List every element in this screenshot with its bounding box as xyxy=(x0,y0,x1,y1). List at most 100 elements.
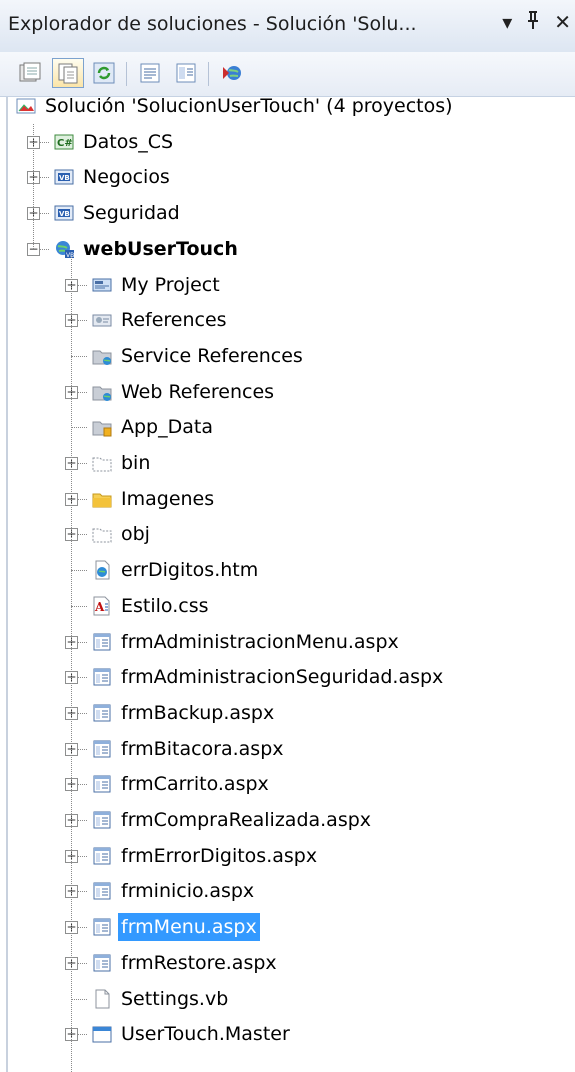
tree-item-file[interactable] xyxy=(0,985,575,1017)
tree-item-selected[interactable] xyxy=(0,913,575,945)
solution-icon xyxy=(15,95,37,117)
aspx-file-icon xyxy=(91,845,113,867)
tree-connector xyxy=(78,641,87,643)
tree-connector xyxy=(78,820,87,821)
css-file-icon: A xyxy=(91,595,113,617)
tree-connector xyxy=(78,463,87,464)
html-file-icon xyxy=(91,559,113,581)
tree-connector xyxy=(78,927,87,929)
refresh-button[interactable] xyxy=(88,58,120,88)
svg-text:VB: VB xyxy=(59,210,70,218)
panel-titlebar: Explorador de soluciones - Solución 'Sol… xyxy=(0,0,575,53)
svg-text:C#: C# xyxy=(57,138,73,149)
file-label: Service References xyxy=(121,344,303,367)
close-icon[interactable]: ✕ xyxy=(554,10,571,35)
tree-connector xyxy=(78,284,87,286)
dashed-folder-icon xyxy=(91,452,113,474)
file-label: frmMenu.aspx xyxy=(118,913,260,942)
tree-connector xyxy=(78,891,87,893)
pin-icon[interactable] xyxy=(526,10,540,35)
file-label: References xyxy=(121,309,227,332)
aspx-file-icon xyxy=(91,631,113,653)
refresh-icon xyxy=(93,62,115,84)
file-label: frmCompraRealizada.aspx xyxy=(121,809,372,831)
tree-item-file[interactable] xyxy=(0,413,575,445)
tree-connector xyxy=(78,855,87,857)
project-label: webUserTouch xyxy=(83,237,238,260)
panel-title: Explorador de soluciones - Solución 'Sol… xyxy=(8,13,417,35)
file-label: frmErrorDigitos.aspx xyxy=(121,844,318,867)
title-controls: ▾ ✕ xyxy=(502,10,571,35)
file-label: frmCarrito.aspx xyxy=(121,773,269,796)
file-label: UserTouch.Master xyxy=(121,1023,290,1046)
vb-project-icon: VB xyxy=(53,202,75,224)
file-label: Imagenes xyxy=(121,487,215,510)
tree-item-file[interactable] xyxy=(0,271,575,303)
file-label: frmAdministracionMenu.aspx xyxy=(121,630,399,653)
properties-icon xyxy=(19,62,41,82)
tree-connector xyxy=(78,1034,87,1036)
tree-item-file[interactable] xyxy=(0,699,575,731)
tree-item-file[interactable] xyxy=(0,735,575,767)
tree-guide-line xyxy=(71,256,72,1072)
tree-item-file[interactable] xyxy=(0,520,575,552)
copy-website-icon xyxy=(223,66,241,80)
dropdown-icon[interactable]: ▾ xyxy=(502,10,512,35)
tree-connector xyxy=(71,427,87,429)
csharp-project-icon: C# xyxy=(53,131,75,153)
vb-project-icon: VB xyxy=(53,166,75,188)
show-all-files-icon xyxy=(58,63,78,84)
tree-connector xyxy=(40,248,49,250)
tree-connector xyxy=(78,391,87,393)
view-code-icon xyxy=(140,63,160,83)
tree-connector xyxy=(71,605,87,607)
tree-item-file[interactable] xyxy=(0,877,575,909)
tree-connector xyxy=(40,141,49,143)
project-label: Seguridad xyxy=(83,202,180,225)
tree-connector xyxy=(78,534,87,536)
tree-item-file[interactable] xyxy=(0,592,575,624)
dashed-folder-icon xyxy=(91,523,113,545)
tree-connector xyxy=(71,998,87,1000)
tree-connector xyxy=(78,320,87,322)
copy-website-button[interactable] xyxy=(216,58,248,88)
tree-item-file[interactable] xyxy=(0,770,575,802)
vb-file-icon xyxy=(91,988,113,1010)
web-ref-folder-icon xyxy=(91,381,113,403)
folder-icon xyxy=(91,488,113,510)
tree-item-file[interactable] xyxy=(0,485,575,517)
aspx-file-icon xyxy=(91,738,113,760)
aspx-file-icon xyxy=(91,952,113,974)
tree-item-file[interactable] xyxy=(0,306,575,338)
tree-connector xyxy=(78,498,87,500)
tree-connector xyxy=(40,213,49,215)
file-label: frmAdministracionSeguridad.aspx xyxy=(121,666,444,689)
tree-item-file[interactable] xyxy=(0,949,575,981)
aspx-file-icon xyxy=(91,666,113,688)
file-label: frminicio.aspx xyxy=(121,880,255,903)
tree-item-file[interactable] xyxy=(0,378,575,410)
my-project-icon xyxy=(91,274,113,296)
app-data-folder-icon xyxy=(91,416,113,438)
view-code-button[interactable] xyxy=(134,58,166,88)
view-designer-button[interactable] xyxy=(170,58,202,88)
view-designer-icon xyxy=(176,63,196,83)
tree-connector xyxy=(78,962,87,964)
project-label: Datos_CS xyxy=(83,130,174,153)
show-all-files-button[interactable] xyxy=(52,58,84,88)
tree-item-file[interactable] xyxy=(0,556,575,588)
file-label: App_Data xyxy=(121,416,213,439)
svg-text:VB: VB xyxy=(59,174,70,182)
solution-label: Solución 'SolucionUserTouch' (4 proyecto… xyxy=(45,95,453,117)
aspx-file-icon xyxy=(91,880,113,902)
toolbar xyxy=(0,52,575,97)
properties-button[interactable] xyxy=(14,58,46,88)
aspx-file-icon xyxy=(91,702,113,724)
file-label: frmBitacora.aspx xyxy=(121,737,284,760)
aspx-file-icon xyxy=(91,809,113,831)
master-file-icon xyxy=(91,1023,113,1045)
file-label: Web References xyxy=(121,380,275,403)
tree-item-file[interactable] xyxy=(0,449,575,481)
tree-connector xyxy=(71,570,87,572)
aspx-file-icon xyxy=(91,916,113,938)
